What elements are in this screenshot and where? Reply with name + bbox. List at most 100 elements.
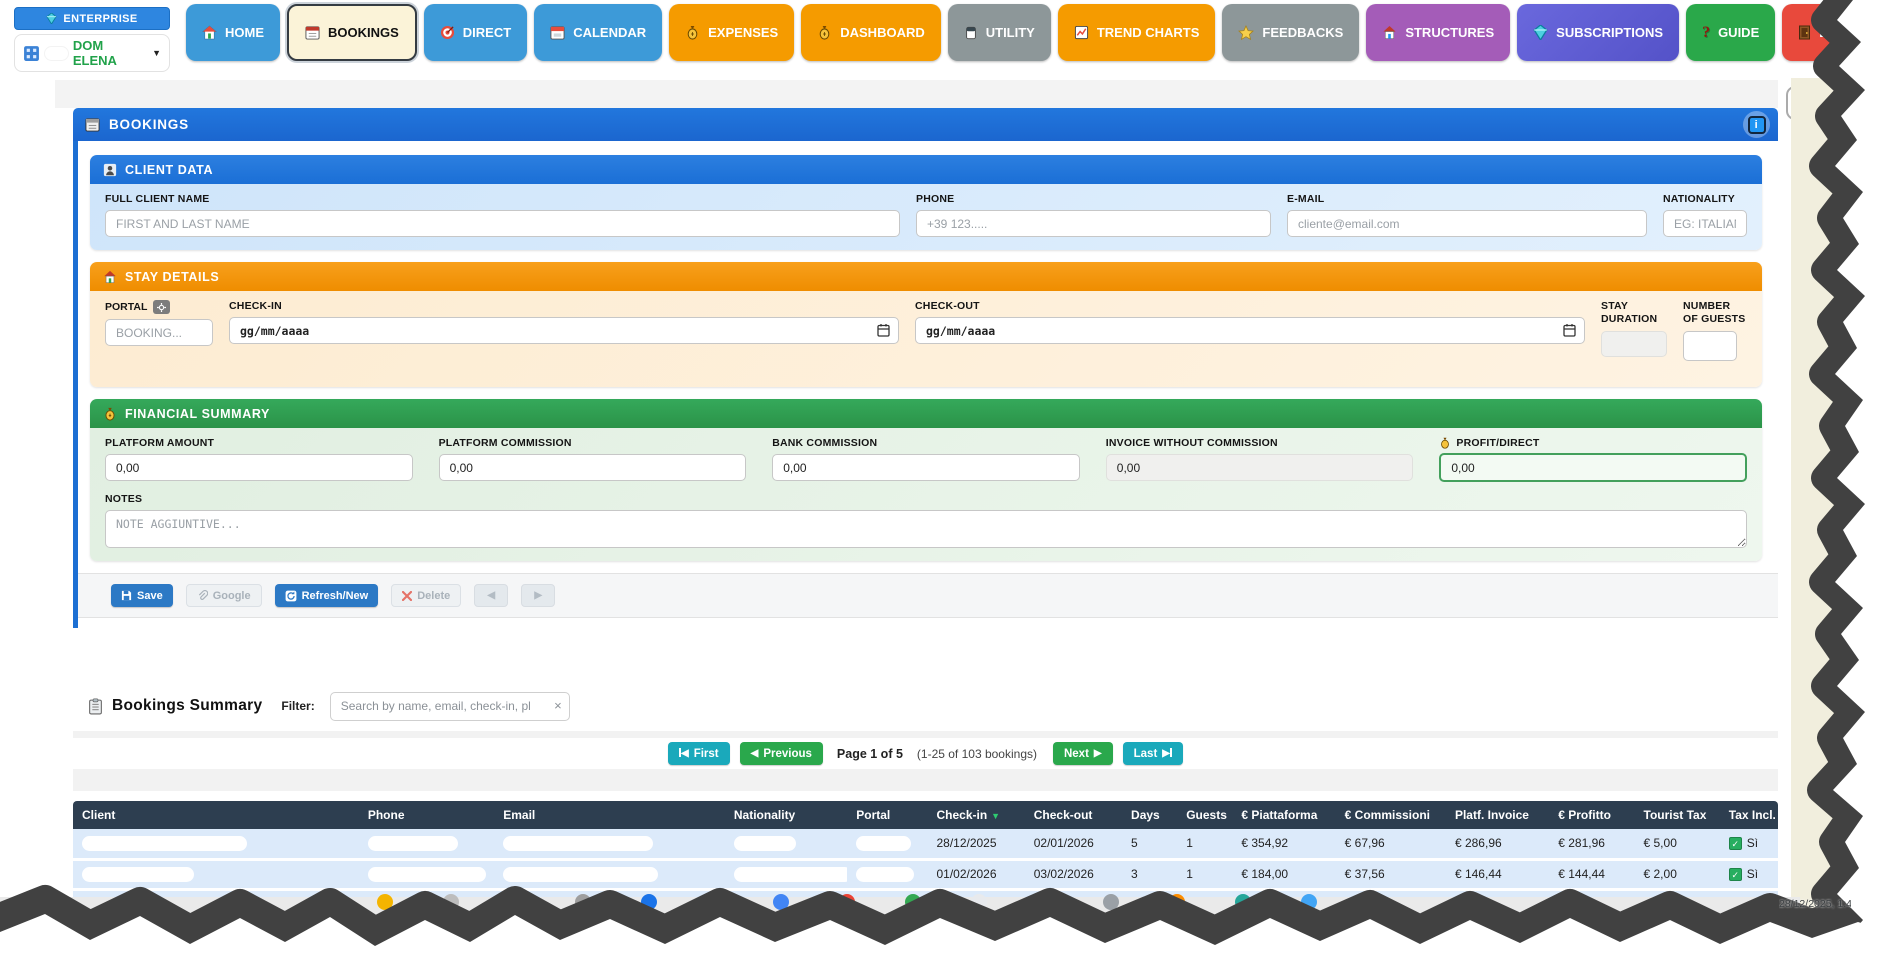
page-header: BOOKINGS i bbox=[73, 108, 1778, 141]
next-page-button[interactable]: Next ▶ bbox=[1053, 742, 1113, 765]
stay-duration-label: STAY DURATION bbox=[1601, 300, 1667, 326]
bank-commission-input[interactable] bbox=[772, 454, 1080, 481]
info-button[interactable]: i bbox=[1743, 111, 1770, 138]
tab-utility[interactable]: UTILITY bbox=[948, 4, 1051, 61]
column-header-email[interactable]: Email bbox=[494, 801, 725, 829]
notes-textarea[interactable] bbox=[105, 510, 1747, 548]
house-icon bbox=[1382, 25, 1397, 40]
table-cell: 14 bbox=[1122, 889, 1177, 919]
refresh-new-button[interactable]: Refresh/New bbox=[275, 584, 379, 607]
guests-field-group: NUMBER OF GUESTS bbox=[1683, 300, 1747, 361]
stay-details-card: STAY DETAILS PORTAL bbox=[90, 262, 1762, 387]
first-page-button[interactable]: ◀ First bbox=[668, 742, 730, 765]
nationality-input[interactable] bbox=[1663, 210, 1747, 237]
column-header-check-out[interactable]: Check-out bbox=[1025, 801, 1122, 829]
tab-bookings[interactable]: BOOKINGS bbox=[287, 4, 417, 61]
google-button[interactable]: Google bbox=[186, 584, 262, 607]
filter-search-input[interactable] bbox=[330, 692, 570, 721]
nationality-label: NATIONALITY bbox=[1663, 193, 1747, 205]
tab-dashboard[interactable]: DASHBOARD bbox=[801, 4, 941, 61]
tab-home[interactable]: HOME bbox=[186, 4, 280, 61]
table-cell: 01/02/2026 bbox=[927, 859, 1024, 889]
tab-subscriptions[interactable]: SUBSCRIPTIONS bbox=[1517, 4, 1679, 61]
full-client-name-input[interactable] bbox=[105, 210, 900, 237]
column-header-phone[interactable]: Phone bbox=[359, 801, 494, 829]
tab-trend-charts[interactable]: TREND CHARTS bbox=[1058, 4, 1216, 61]
pagination: ◀ First ◀ Previous Page 1 of 5 (1-25 of … bbox=[73, 738, 1778, 769]
table-cell: 1 bbox=[1177, 829, 1232, 859]
arrow-left-icon: ◀ bbox=[487, 590, 495, 601]
diamond-icon bbox=[1533, 25, 1548, 40]
tab-feedbacks[interactable]: FEEDBACKS bbox=[1222, 4, 1359, 61]
table-cell: € 354,92 bbox=[1232, 829, 1335, 859]
table-cell bbox=[494, 859, 725, 889]
delete-button[interactable]: Delete bbox=[391, 584, 461, 607]
column-header-profitto[interactable]: € Profitto bbox=[1549, 801, 1634, 829]
date-picker-icon[interactable] bbox=[1563, 323, 1576, 337]
range-indicator: (1-25 of 103 bookings) bbox=[917, 747, 1037, 761]
check-in-field-group: CHECK-IN bbox=[229, 300, 899, 344]
edit-circle-button[interactable] bbox=[1850, 84, 1890, 126]
column-header-portal[interactable]: Portal bbox=[847, 801, 927, 829]
date-picker-icon[interactable] bbox=[877, 323, 890, 337]
guests-input[interactable] bbox=[1683, 331, 1737, 361]
section-title: STAY DETAILS bbox=[125, 270, 219, 284]
portal-input[interactable] bbox=[105, 319, 213, 346]
tab-direct[interactable]: DIRECT bbox=[424, 4, 527, 61]
column-header-tourist-tax[interactable]: Tourist Tax bbox=[1635, 801, 1720, 829]
column-header-commissioni[interactable]: € Commissioni bbox=[1336, 801, 1446, 829]
check-out-input[interactable] bbox=[915, 317, 1585, 344]
tab-expenses[interactable]: EXPENSES bbox=[669, 4, 794, 61]
next-record-button[interactable]: ▶ bbox=[521, 584, 555, 607]
last-page-button[interactable]: Last ▶ bbox=[1123, 742, 1183, 765]
profit-direct-input[interactable] bbox=[1439, 453, 1747, 482]
platform-commission-input[interactable] bbox=[439, 454, 747, 481]
column-header-platf-invoice[interactable]: Platf. Invoice bbox=[1446, 801, 1549, 829]
financial-summary-card: FINANCIAL SUMMARY PLATFORM AMOUNT PLATFO… bbox=[90, 399, 1762, 561]
clear-filter-icon[interactable]: × bbox=[554, 698, 562, 713]
tax-included-check-icon: ✓ bbox=[1729, 898, 1742, 911]
gear-badge[interactable] bbox=[153, 300, 170, 314]
property-selector[interactable]: DOM ELENA ▼ bbox=[14, 34, 170, 72]
column-header-piattaforma[interactable]: € Piattaforma bbox=[1232, 801, 1335, 829]
moneybag-icon bbox=[817, 25, 832, 40]
table-row[interactable]: CANADESE15/02/202601/03/2026141€ 1.141,0… bbox=[73, 889, 1778, 919]
column-header-check-in[interactable]: Check-in▼ bbox=[927, 801, 1024, 829]
tab-calendar[interactable]: CALENDAR bbox=[534, 4, 662, 61]
tax-included-check-icon: ✓ bbox=[1729, 837, 1742, 850]
platform-amount-input[interactable] bbox=[105, 454, 413, 481]
tab-guide[interactable]: ? GUIDE bbox=[1686, 4, 1775, 61]
invoice-without-commission-input bbox=[1106, 454, 1414, 481]
email-input[interactable] bbox=[1287, 210, 1647, 237]
tab-exit[interactable]: EXIT bbox=[1782, 4, 1864, 61]
financial-summary-header: FINANCIAL SUMMARY bbox=[90, 399, 1762, 428]
phone-input[interactable] bbox=[916, 210, 1271, 237]
table-cell: € 184,00 bbox=[1232, 859, 1335, 889]
column-header-client[interactable]: Client bbox=[73, 801, 359, 829]
bookings-table: Client Phone Email Nationality Portal Ch… bbox=[73, 801, 1778, 921]
divider bbox=[73, 769, 1778, 791]
utility-icon bbox=[964, 26, 978, 40]
check-out-label: CHECK-OUT bbox=[915, 300, 1585, 312]
column-header-nationality[interactable]: Nationality bbox=[725, 801, 847, 829]
tab-structures[interactable]: STRUCTURES bbox=[1366, 4, 1510, 61]
question-icon: ? bbox=[1702, 24, 1710, 42]
column-header-guests[interactable]: Guests bbox=[1177, 801, 1232, 829]
table-row[interactable]: 28/12/202502/01/202651€ 354,92€ 67,96€ 2… bbox=[73, 829, 1778, 859]
client-data-header: CLIENT DATA bbox=[90, 155, 1762, 184]
platform-amount-label: PLATFORM AMOUNT bbox=[105, 437, 413, 449]
platform-commission-label: PLATFORM COMMISSION bbox=[439, 437, 747, 449]
table-cell: 1 bbox=[1177, 859, 1232, 889]
language-selector[interactable]: GB ▼ bbox=[1786, 86, 1840, 120]
last-page-icon: ▶ bbox=[1162, 748, 1172, 759]
column-header-tax-incl[interactable]: Tax Incl. bbox=[1720, 801, 1778, 829]
column-header-days[interactable]: Days bbox=[1122, 801, 1177, 829]
save-button[interactable]: Save bbox=[111, 584, 173, 607]
check-in-input[interactable] bbox=[229, 317, 899, 344]
previous-record-button[interactable]: ◀ bbox=[474, 584, 508, 607]
table-cell: € 918,91 bbox=[1549, 889, 1634, 919]
previous-page-button[interactable]: ◀ Previous bbox=[740, 742, 823, 765]
enterprise-button[interactable]: ENTERPRISE bbox=[14, 7, 170, 30]
bank-commission-label: BANK COMMISSION bbox=[772, 437, 1080, 449]
table-row[interactable]: 01/02/202603/02/202631€ 184,00€ 37,56€ 1… bbox=[73, 859, 1778, 889]
